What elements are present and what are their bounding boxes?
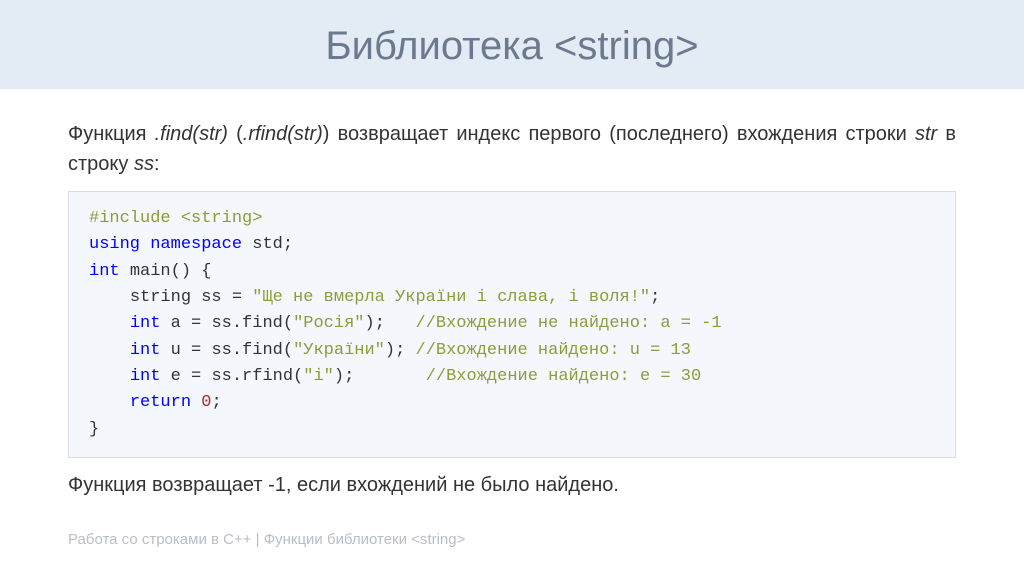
code-semi-5: ; <box>344 367 354 386</box>
code-cp-e: ) <box>334 367 344 386</box>
code-semi-6: ; <box>211 393 221 412</box>
code-lit-a: "Росія" <box>293 314 364 333</box>
desc-end: : <box>154 153 160 175</box>
code-return: return <box>130 393 191 412</box>
code-semi-3: ; <box>375 314 385 333</box>
code-u: u <box>171 341 181 360</box>
code-eq-1: = <box>222 288 253 307</box>
code-a: a <box>171 314 181 333</box>
description-paragraph: Функция .find(str) (.rfind(str)) возвращ… <box>68 119 956 179</box>
code-e: e <box>171 367 181 386</box>
code-string-lib: <string> <box>181 209 263 228</box>
desc-str-var: str <box>915 123 937 145</box>
post-note: Функция возвращает -1, если вхождений не… <box>68 474 956 497</box>
desc-paren-open: ( <box>228 123 243 145</box>
code-main: main <box>130 262 171 281</box>
code-std: std <box>252 235 283 254</box>
code-int-a: int <box>130 314 161 333</box>
desc-fn2: .rfind(str) <box>243 123 323 145</box>
code-semi-2: ; <box>650 288 660 307</box>
footer-text: Работа со строками в C++ | Функции библи… <box>68 531 465 548</box>
code-eq-3: = <box>181 341 212 360</box>
code-include: #include <box>89 209 181 228</box>
code-block: #include <string> using namespace std; i… <box>68 191 956 458</box>
desc-paren-close: ) <box>323 123 338 145</box>
header-band: Библиотека <string> <box>0 0 1024 89</box>
content-area: Функция .find(str) (.rfind(str)) возвращ… <box>0 119 1024 497</box>
desc-ss-var: ss <box>134 153 154 175</box>
desc-mid: возвращает индекс первого (последнего) в… <box>338 123 915 145</box>
code-cp-u: ) <box>385 341 395 360</box>
code-int-e: int <box>130 367 161 386</box>
code-using: using <box>89 235 140 254</box>
code-semi-1: ; <box>283 235 293 254</box>
code-rfind-e: ss.rfind( <box>211 367 303 386</box>
code-semi-4: ; <box>395 341 405 360</box>
code-string-type: string <box>130 288 191 307</box>
code-cp-a: ) <box>364 314 374 333</box>
page-title: Библиотека <string> <box>0 24 1024 69</box>
code-eq-4: = <box>181 367 212 386</box>
code-ss-lit: "Ще не вмерла України і слава, і воля!" <box>252 288 650 307</box>
code-comment-u: //Вхождение найдено: u = 13 <box>416 341 691 360</box>
code-eq-2: = <box>181 314 212 333</box>
code-namespace: namespace <box>150 235 242 254</box>
code-op: ( <box>171 262 181 281</box>
code-lit-u: "України" <box>293 341 385 360</box>
code-ss: ss <box>201 288 221 307</box>
code-comment-e: //Вхождение найдено: e = 30 <box>426 367 701 386</box>
code-zero: 0 <box>201 393 211 412</box>
desc-prefix: Функция <box>68 123 155 145</box>
code-cp: ) <box>181 262 191 281</box>
code-find-a: ss.find( <box>211 314 293 333</box>
code-lit-e: "і" <box>303 367 334 386</box>
code-comment-a: //Вхождение не найдено: a = -1 <box>416 314 722 333</box>
code-int-main: int <box>89 262 120 281</box>
desc-fn1: .find(str) <box>155 123 228 145</box>
code-find-u: ss.find( <box>211 341 293 360</box>
code-cb: } <box>89 420 99 439</box>
code-ob: { <box>191 262 211 281</box>
code-int-u: int <box>130 341 161 360</box>
